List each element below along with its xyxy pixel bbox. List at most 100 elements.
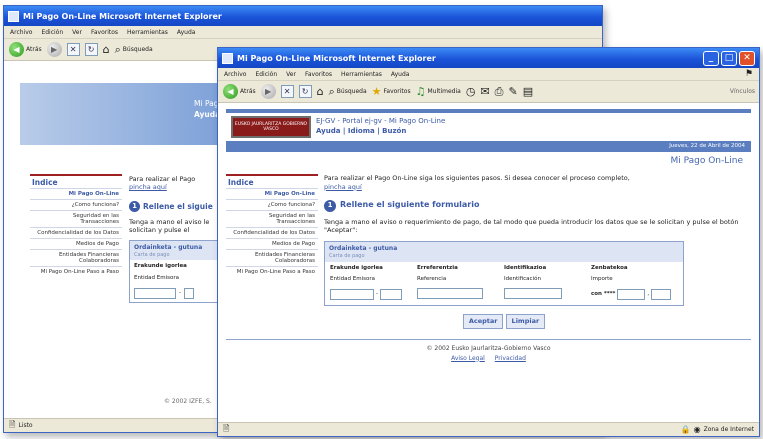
maximize-icon[interactable]: □ — [721, 50, 737, 66]
entity-suffix-input[interactable] — [380, 289, 402, 301]
forward-button[interactable]: ▶ — [46, 42, 62, 57]
minimize-icon[interactable]: _ — [703, 50, 719, 66]
clear-button[interactable]: Limpiar — [505, 314, 546, 329]
accept-button[interactable]: Aceptar — [462, 314, 504, 329]
multimedia-button[interactable]: ♫ Multimedia — [416, 86, 461, 97]
menu-ayuda[interactable]: Ayuda — [391, 71, 410, 78]
home-icon[interactable]: ⌂ — [103, 44, 110, 55]
home-icon[interactable]: ⌂ — [317, 86, 324, 97]
back-sidebar-item[interactable]: Confidencialidad de los Datos — [30, 227, 122, 239]
back-menu-bar: Archivo Edición Ver Favoritos Herramient… — [4, 26, 602, 39]
legal-link[interactable]: Aviso Legal — [451, 355, 485, 362]
back-entity-input[interactable] — [134, 288, 176, 300]
amount-cents-input[interactable] — [651, 289, 672, 301]
menu-favoritos[interactable]: Favoritos — [305, 71, 332, 78]
back-sidebar-title: Indice — [32, 178, 58, 187]
star-icon: ★ — [371, 85, 382, 98]
currency-prefix: con **** — [591, 291, 616, 298]
back-sidebar-item[interactable]: Mi Pago On-Line — [30, 188, 122, 200]
back-sidebar-item[interactable]: Seguridad en las Transacciones — [30, 210, 122, 228]
footer-rule — [226, 338, 751, 340]
sidebar: Indice Mi Pago On-Line ¿Como funciona? S… — [226, 174, 318, 329]
links-label[interactable]: Vínculos — [730, 88, 755, 95]
menu-edicion[interactable]: Edición — [255, 71, 277, 78]
sidebar-item-medios[interactable]: Medios de Pago — [226, 238, 318, 250]
refresh-icon[interactable]: ↻ — [298, 85, 312, 98]
col-label-amount: Zenbatekoa — [591, 264, 628, 271]
back-label: Atrás — [26, 46, 42, 53]
sidebar-item-paso-a-paso[interactable]: Mi Pago On-Line Paso a Paso — [226, 266, 318, 278]
front-window-title: Mi Pago On-Line Microsoft Internet Explo… — [237, 53, 436, 63]
menu-favoritos[interactable]: Favoritos — [91, 29, 118, 36]
discuss-icon[interactable]: ▤ — [523, 86, 533, 97]
back-intro-link[interactable]: pincha aquí — [129, 183, 219, 191]
menu-archivo[interactable]: Archivo — [224, 71, 246, 78]
print-icon[interactable]: ⎙ — [495, 86, 504, 97]
step-number-icon: 1 — [129, 200, 140, 212]
sidebar-item-seguridad[interactable]: Seguridad en las Transacciones — [226, 210, 318, 228]
search-button[interactable]: ⌕ Búsqueda — [329, 86, 367, 97]
menu-ver[interactable]: Ver — [72, 29, 82, 36]
front-title-bar[interactable]: Mi Pago On-Line Microsoft Internet Explo… — [218, 48, 759, 68]
col-label-entity: Erakunde igorlea — [330, 264, 383, 271]
back-sidebar-item[interactable]: Medios de Pago — [30, 238, 122, 250]
sidebar-item-confidencialidad[interactable]: Confidencialidad de los Datos — [226, 227, 318, 239]
close-icon[interactable]: ✕ — [739, 50, 755, 66]
site-links[interactable]: Ayuda | Idioma | Buzón — [316, 127, 445, 137]
back-title-bar[interactable]: Mi Pago On-Line Microsoft Internet Explo… — [4, 6, 602, 26]
back-sidebar: Indice Mi Pago On-Line ¿Como funciona? S… — [30, 174, 122, 278]
sidebar-title: Indice — [228, 178, 254, 187]
amount-input[interactable] — [617, 289, 646, 301]
menu-herramientas[interactable]: Herramientas — [341, 71, 382, 78]
zone-label: Zona de Internet — [703, 426, 754, 433]
sidebar-item-entidades[interactable]: Entidades Financieras Colaboradoras — [226, 249, 318, 267]
edit-icon[interactable]: ✎ — [508, 86, 517, 97]
back-sidebar-item[interactable]: ¿Como funciona? — [30, 199, 122, 211]
back-status-text: Listo — [18, 422, 33, 429]
page-icon: 🗎 — [223, 423, 230, 433]
favorites-button[interactable]: ★ Favoritos — [372, 86, 411, 97]
refresh-icon[interactable]: ↻ — [84, 43, 98, 56]
back-sidebar-item[interactable]: Mi Pago On-Line Paso a Paso — [30, 266, 122, 278]
back-form: Ordainketa - gutuna Carta de pago Erakun… — [129, 239, 219, 304]
privacy-link[interactable]: Privacidad — [495, 355, 526, 362]
main-content: Para realizar el Pago On-Line siga los s… — [324, 174, 751, 329]
col-label-reference: Erreferentzia — [417, 264, 458, 271]
reference-input[interactable] — [417, 287, 483, 299]
back-button[interactable]: ◀ Atrás — [223, 84, 256, 99]
menu-archivo[interactable]: Archivo — [10, 29, 32, 36]
back-intro: Para realizar el Pago — [129, 175, 196, 183]
gobierno-vasco-logo[interactable]: EUSKO JAURLARITZA GOBIERNO VASCO — [231, 116, 311, 138]
entity-input[interactable] — [330, 289, 374, 301]
form-head: Ordainketa - gutuna Carta de pago — [325, 242, 683, 262]
back-button[interactable]: ◀ Atrás — [9, 42, 42, 57]
history-icon[interactable]: ◷ — [466, 86, 476, 97]
stop-icon[interactable]: ✕ — [66, 43, 80, 56]
menu-herramientas[interactable]: Herramientas — [127, 29, 168, 36]
page-icon: 🗎 — [9, 419, 16, 429]
intro-link[interactable]: pincha aquí — [324, 183, 751, 192]
search-button[interactable]: ⌕ Búsqueda — [115, 44, 153, 55]
stop-icon[interactable]: ✕ — [280, 85, 294, 98]
window-controls: _ □ ✕ — [703, 50, 759, 66]
front-menu-bar: Archivo Edición Ver Favoritos Herramient… — [218, 68, 759, 81]
search-icon: ⌕ — [328, 85, 335, 98]
menu-edicion[interactable]: Edición — [41, 29, 63, 36]
back-footer: © 2002 IZFE, S. — [164, 398, 212, 405]
sidebar-item-mi-pago[interactable]: Mi Pago On-Line — [226, 188, 318, 200]
menu-ayuda[interactable]: Ayuda — [177, 29, 196, 36]
front-browser-window[interactable]: Mi Pago On-Line Microsoft Internet Explo… — [217, 47, 760, 437]
back-sidebar-item[interactable]: Entidades Financieras Colaboradoras — [30, 249, 122, 267]
step-number-icon: 1 — [324, 199, 336, 212]
front-status-bar: 🗎 🔒 ◉ Zona de Internet — [218, 422, 759, 436]
site-title: EJ-GV - Portal ej-gv - Mi Pago On-Line — [316, 117, 446, 126]
back-step-title: Rellene el siguie — [143, 201, 213, 211]
lock-icon: 🔒 — [680, 425, 691, 434]
forward-button[interactable]: ▶ — [260, 84, 276, 99]
menu-ver[interactable]: Ver — [286, 71, 296, 78]
mail-icon[interactable]: ✉ — [480, 86, 489, 97]
back-entity-input-2[interactable] — [184, 288, 194, 300]
sidebar-item-como-funciona[interactable]: ¿Como funciona? — [226, 199, 318, 211]
field-label-reference: Referencia — [417, 276, 447, 283]
identification-input[interactable] — [504, 287, 562, 299]
